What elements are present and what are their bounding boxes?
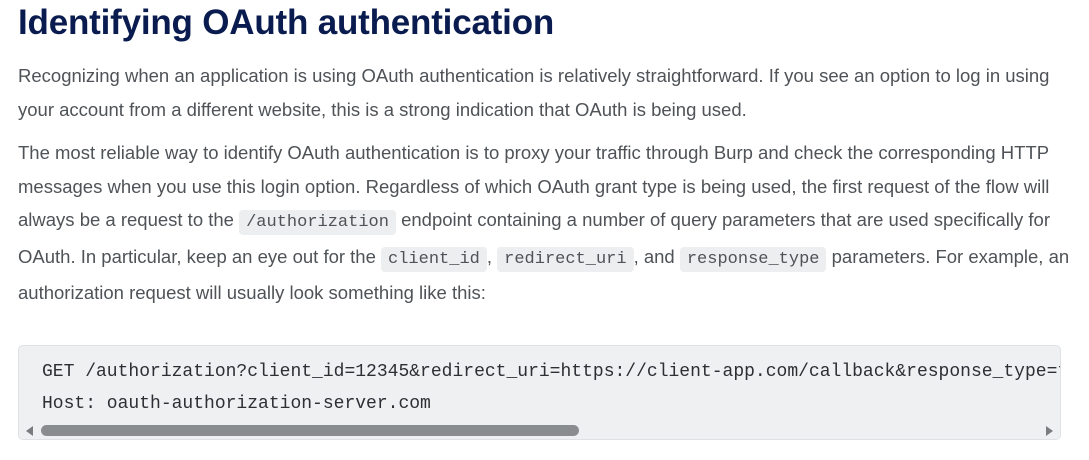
inline-code-authorization: /authorization <box>239 210 396 235</box>
paragraph-text: , <box>486 245 498 267</box>
scroll-right-arrow-icon[interactable] <box>1046 426 1053 436</box>
inline-code-response-type: response_type <box>679 246 827 272</box>
inline-code-client-id: client_id <box>381 246 487 272</box>
code-content: GET /authorization?client_id=12345&redir… <box>19 346 1060 420</box>
article: Identifying OAuth authentication Recogni… <box>0 0 1089 460</box>
scrollbar-thumb[interactable] <box>41 425 579 436</box>
code-block[interactable]: GET /authorization?client_id=12345&redir… <box>18 345 1061 440</box>
intro-paragraph: Recognizing when an application is using… <box>18 65 1050 120</box>
paragraph-text: , and <box>633 245 680 267</box>
detail-paragraph: The most reliable way to identify OAuth … <box>18 136 1071 310</box>
page-title: Identifying OAuth authentication <box>18 3 555 42</box>
horizontal-scrollbar[interactable] <box>19 421 1060 439</box>
inline-code-redirect-uri: redirect_uri <box>497 246 634 272</box>
code-line: Host: oauth-authorization-server.com <box>42 394 431 414</box>
scroll-left-arrow-icon[interactable] <box>26 426 33 436</box>
code-line: GET /authorization?client_id=12345&redir… <box>42 362 1060 382</box>
